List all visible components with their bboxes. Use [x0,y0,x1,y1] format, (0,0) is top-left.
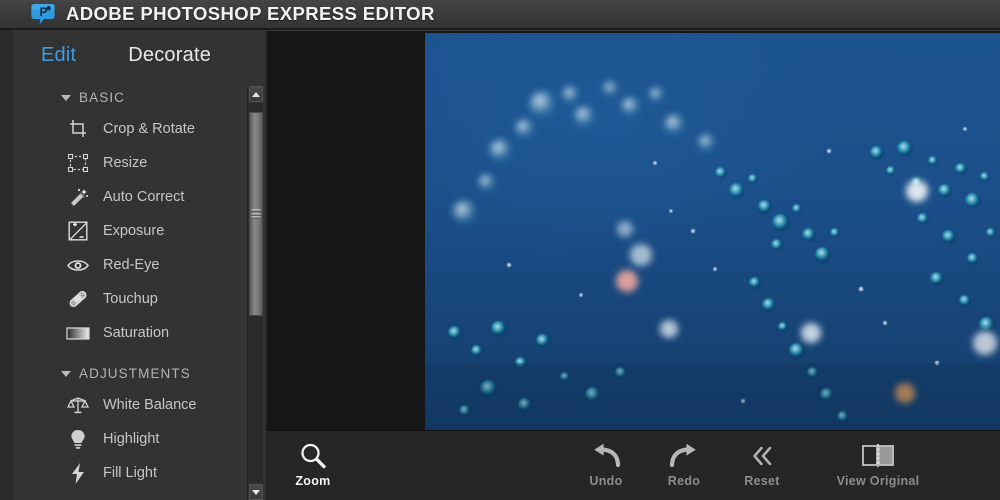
tab-edit[interactable]: Edit [41,44,76,67]
tools-scroll-region: BASIC Crop & Rotate Resize Auto Correct … [13,82,249,500]
section-header-basic[interactable]: BASIC [13,82,249,112]
sidebar-item-label: Highlight [103,431,160,447]
photoshop-express-bubble-logo-icon: P [30,1,56,27]
section-label-adjustments: ADJUSTMENTS [79,365,191,381]
magic-wand-icon [65,186,91,208]
redo-label: Redo [667,474,701,488]
saturation-gradient-icon [65,322,91,344]
sidebar-item-auto-correct[interactable]: Auto Correct [13,180,249,214]
edited-photo[interactable] [425,33,1000,430]
undo-label: Undo [589,474,623,488]
photo-bubbles-layer [425,81,1000,430]
sidebar-item-label: White Balance [103,397,197,413]
sidebar-item-label: Saturation [103,325,170,341]
sidebar-item-red-eye[interactable]: Red-Eye [13,248,249,282]
crop-icon [65,118,91,140]
sidebar-scrollbar[interactable] [247,86,263,500]
app-title: ADOBE PHOTOSHOP EXPRESS EDITOR [66,3,435,24]
sidebar-item-saturation[interactable]: Saturation [13,316,249,350]
zoom-button[interactable]: Zoom [267,439,359,495]
double-chevron-left-icon [748,439,776,473]
resize-icon [65,152,91,174]
sidebar-panel: Edit Decorate BASIC Crop & Rotate Resize… [13,30,267,500]
scrollbar-grip-icon [251,209,261,219]
chevron-down-icon [61,371,71,377]
sidebar-item-exposure[interactable]: Exposure [13,214,249,248]
eye-icon [65,254,91,276]
sidebar-item-label: Crop & Rotate [103,121,195,137]
section-header-adjustments[interactable]: ADJUSTMENTS [13,358,249,388]
magnifier-icon [298,439,328,473]
sidebar-item-highlight[interactable]: Highlight [13,422,249,456]
chevron-down-icon [61,95,71,101]
scroll-down-arrow-icon[interactable] [249,484,263,500]
lightning-bolt-icon [65,462,91,484]
reset-button[interactable]: Reset [716,439,808,495]
sidebar-item-label: Red-Eye [103,257,160,273]
split-view-icon [861,439,895,473]
view-original-button[interactable]: View Original [822,439,934,495]
left-edge-strip [0,30,13,500]
section-label-basic: BASIC [79,89,126,105]
lightbulb-icon [65,428,91,450]
sidebar-item-fill-light[interactable]: Fill Light [13,456,249,490]
app-header: P ADOBE PHOTOSHOP EXPRESS EDITOR [0,0,1000,30]
bandage-icon [65,288,91,310]
svg-text:P: P [40,5,48,19]
sidebar-item-crop-rotate[interactable]: Crop & Rotate [13,112,249,146]
sidebar-item-label: Exposure [103,223,165,239]
redo-arrow-icon [669,439,699,473]
view-original-label: View Original [836,474,920,488]
sidebar-item-label: Auto Correct [103,189,185,205]
tab-decorate[interactable]: Decorate [128,44,211,67]
sidebar-item-resize[interactable]: Resize [13,146,249,180]
image-canvas-area[interactable] [267,30,1000,430]
scroll-up-arrow-icon[interactable] [249,86,263,102]
reset-label: Reset [744,474,780,488]
undo-arrow-icon [591,439,621,473]
sidebar-tabs: Edit Decorate [13,30,266,80]
scrollbar-thumb[interactable] [249,112,263,316]
sidebar-item-label: Touchup [103,291,158,307]
scales-icon [65,394,91,416]
sidebar-item-label: Fill Light [103,465,157,481]
bottom-toolbar: Zoom Undo Redo Reset View Original [267,430,1000,500]
sidebar-item-touchup[interactable]: Touchup [13,282,249,316]
sidebar-item-white-balance[interactable]: White Balance [13,388,249,422]
sidebar-item-label: Resize [103,155,148,171]
exposure-icon [65,220,91,242]
photoshop-express-window: P ADOBE PHOTOSHOP EXPRESS EDITOR Edit De… [0,0,1000,500]
zoom-label: Zoom [295,474,331,488]
